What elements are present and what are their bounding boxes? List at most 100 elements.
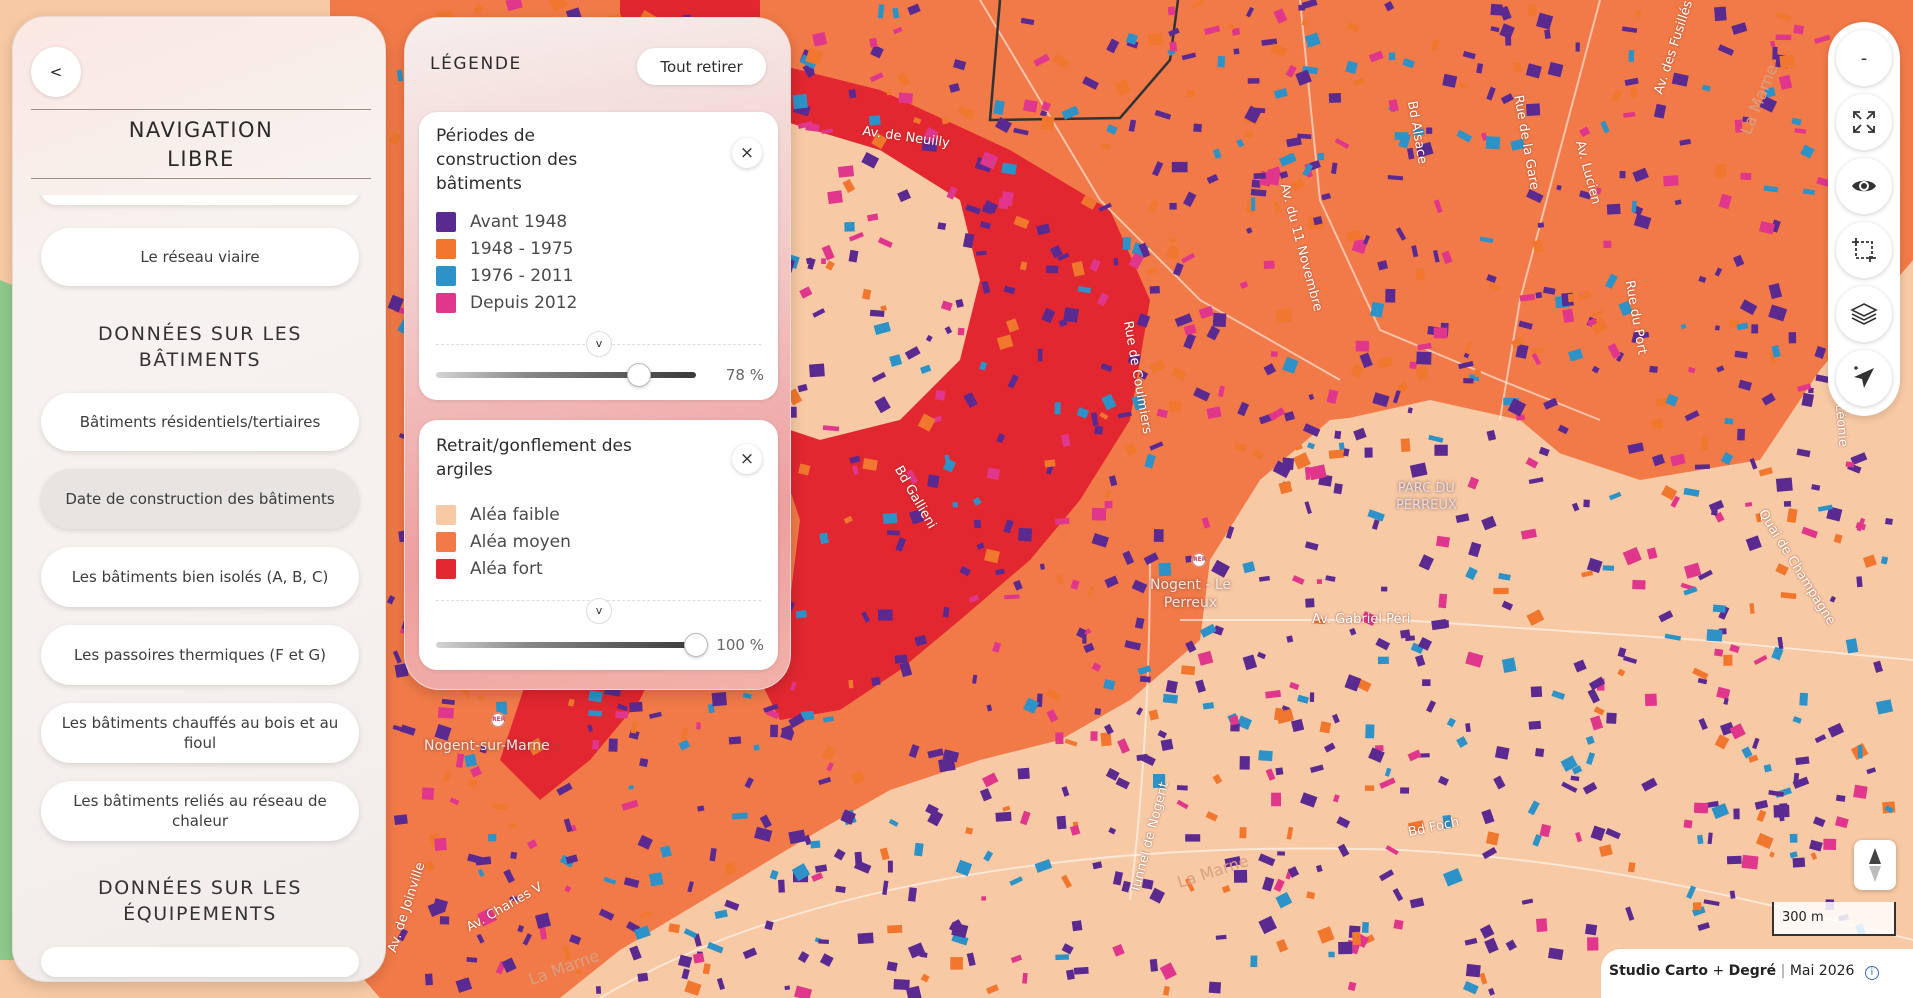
nav-item-batiments-residentiels[interactable]: Bâtiments résidentiels/tertiaires xyxy=(41,393,359,451)
building-footprint xyxy=(1683,819,1693,829)
building-footprint xyxy=(1630,87,1637,98)
building-footprint xyxy=(898,92,913,104)
building-footprint xyxy=(1160,738,1174,752)
building-footprint xyxy=(1055,732,1064,745)
slider-thumb[interactable] xyxy=(684,633,708,657)
opacity-slider[interactable] xyxy=(436,633,708,657)
nav-item-date-construction[interactable]: Date de construction des bâtiments xyxy=(41,469,359,529)
nav-item-cut-top[interactable] xyxy=(41,195,359,205)
building-footprint xyxy=(1377,656,1389,665)
fullscreen-button[interactable] xyxy=(1836,94,1892,150)
building-footprint xyxy=(827,190,843,205)
building-footprint xyxy=(1501,657,1517,673)
building-footprint xyxy=(886,530,900,536)
building-footprint xyxy=(1186,89,1195,98)
building-footprint xyxy=(1309,692,1315,702)
chevron-down-icon[interactable]: v xyxy=(586,331,612,357)
building-footprint xyxy=(778,879,785,893)
building-footprint xyxy=(878,609,893,621)
building-footprint xyxy=(934,389,946,401)
opacity-slider[interactable] xyxy=(436,363,696,387)
building-footprint xyxy=(1365,724,1375,739)
nav-item-batiments-isoles[interactable]: Les bâtiments bien isolés (A, B, C) xyxy=(41,547,359,607)
building-footprint xyxy=(848,89,857,99)
layers-button[interactable] xyxy=(1836,286,1892,342)
building-footprint xyxy=(1567,293,1575,303)
building-footprint xyxy=(1275,767,1284,776)
building-footprint xyxy=(1071,920,1083,932)
opacity-value: 78 % xyxy=(725,366,764,384)
building-footprint xyxy=(1316,579,1322,584)
building-footprint xyxy=(1352,931,1361,946)
building-footprint xyxy=(1714,648,1724,657)
legend-item-label: 1948 - 1975 xyxy=(470,239,574,259)
building-footprint xyxy=(1364,785,1375,791)
slider-thumb[interactable] xyxy=(626,363,651,387)
building-footprint xyxy=(1251,197,1256,211)
nav-item-reseau-viaire[interactable]: Le réseau viaire xyxy=(41,228,359,286)
building-footprint xyxy=(941,117,949,125)
building-footprint xyxy=(1169,202,1177,210)
building-footprint xyxy=(1741,854,1759,870)
nav-item-passoires-thermiques[interactable]: Les passoires thermiques (F et G) xyxy=(41,625,359,685)
building-footprint xyxy=(1253,172,1266,180)
eye-icon xyxy=(1852,180,1876,192)
select-area-button[interactable] xyxy=(1836,222,1892,278)
nav-scroll-area[interactable]: Le réseau viaire DONNÉES SUR LES BÂTIMEN… xyxy=(13,195,385,981)
building-footprint xyxy=(1328,449,1345,459)
building-footprint xyxy=(753,744,760,751)
building-footprint xyxy=(1644,693,1657,707)
building-footprint xyxy=(1044,459,1056,468)
nav-item-cut-bottom[interactable] xyxy=(41,947,359,977)
building-footprint xyxy=(1277,851,1285,856)
building-footprint xyxy=(1775,477,1793,492)
building-footprint xyxy=(1056,815,1067,830)
close-icon[interactable]: × xyxy=(732,444,762,474)
legend-item: Aléa fort xyxy=(436,558,543,580)
chevron-down-icon[interactable]: v xyxy=(586,598,612,624)
building-footprint xyxy=(1714,163,1727,179)
remove-all-button[interactable]: Tout retirer xyxy=(637,48,766,85)
legend-card-periodes: Périodes de construction des bâtiments ×… xyxy=(419,112,778,400)
locate-button[interactable] xyxy=(1836,350,1892,406)
building-footprint xyxy=(1040,115,1055,131)
building-footprint xyxy=(696,722,701,730)
close-icon[interactable]: × xyxy=(732,138,762,168)
nav-item-reseau-chaleur[interactable]: Les bâtiments reliés au réseau de chaleu… xyxy=(41,781,359,841)
building-footprint xyxy=(728,736,742,745)
building-footprint xyxy=(882,512,898,524)
swatch-avant-1948 xyxy=(436,212,456,232)
building-footprint xyxy=(1017,527,1033,542)
building-footprint xyxy=(1535,748,1545,757)
attribution-separator: | xyxy=(1780,963,1786,979)
building-footprint xyxy=(973,519,982,529)
compass-button[interactable] xyxy=(1854,840,1896,890)
back-button[interactable]: < xyxy=(31,47,81,97)
building-footprint xyxy=(1212,312,1227,328)
building-footprint xyxy=(1442,814,1453,829)
building-footprint xyxy=(1073,966,1089,975)
building-footprint xyxy=(809,363,825,378)
info-icon[interactable]: i xyxy=(1864,966,1879,980)
legend-item: Aléa moyen xyxy=(436,531,571,553)
building-footprint xyxy=(591,739,600,750)
building-footprint xyxy=(1393,919,1404,930)
building-footprint xyxy=(437,707,454,719)
building-footprint xyxy=(1149,285,1160,294)
building-footprint xyxy=(1494,745,1510,760)
building-footprint xyxy=(894,654,908,664)
visibility-button[interactable] xyxy=(1836,158,1892,214)
building-footprint xyxy=(1606,712,1617,724)
building-footprint xyxy=(1650,418,1664,430)
building-footprint xyxy=(1169,400,1182,413)
scale-bar: 300 m xyxy=(1772,902,1896,936)
rer-station-icon[interactable]: RER xyxy=(1191,552,1207,568)
swatch-1976-2011 xyxy=(436,266,456,286)
rer-station-icon[interactable]: RER xyxy=(490,712,506,728)
building-footprint xyxy=(1405,635,1415,642)
building-footprint xyxy=(1528,720,1542,730)
zoom-out-button[interactable]: - xyxy=(1836,30,1892,86)
swatch-depuis-2012 xyxy=(436,293,456,313)
building-footprint xyxy=(637,972,649,982)
nav-item-chauffes-bois-fioul[interactable]: Les bâtiments chauffés au bois et au fio… xyxy=(41,703,359,763)
